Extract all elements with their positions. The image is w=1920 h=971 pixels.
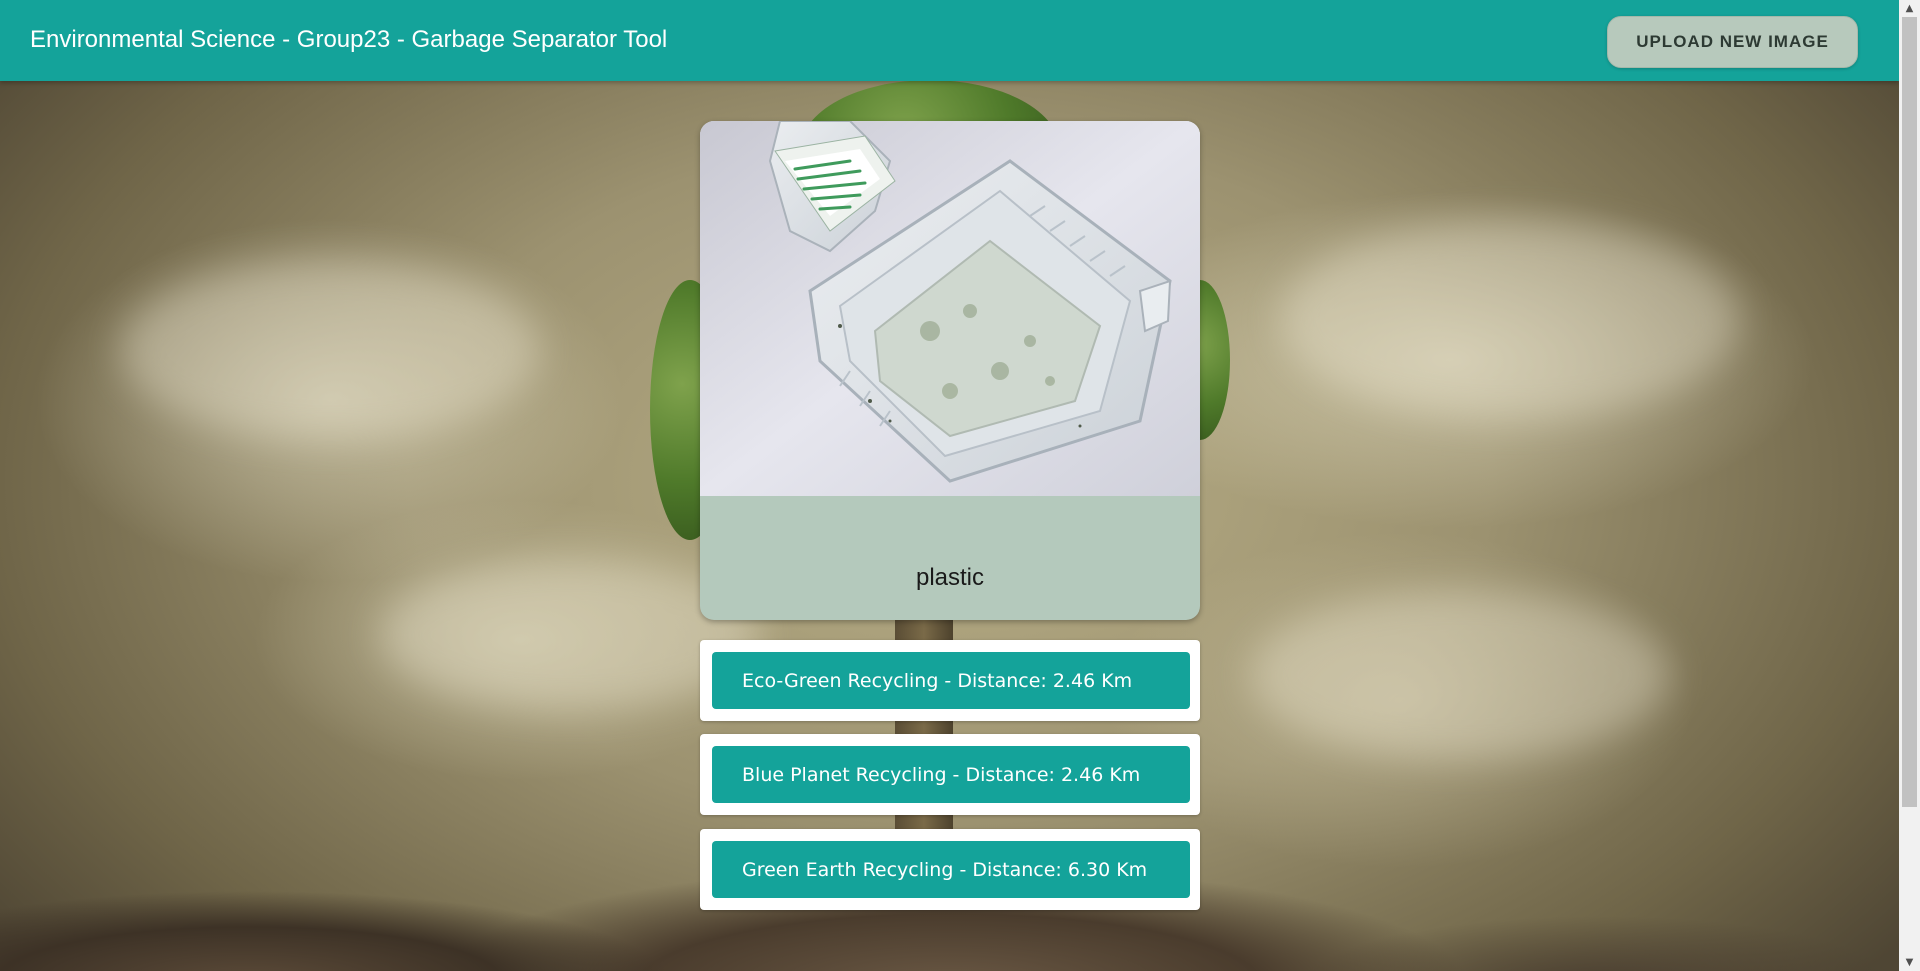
plastic-clamshell-container-photo — [700, 121, 1200, 496]
recycler-button-blue-planet[interactable]: Blue Planet Recycling - Distance: 2.46 K… — [712, 746, 1190, 803]
classification-result-card: plastic — [700, 121, 1200, 620]
scroll-down-arrow-icon[interactable]: ▼ — [1899, 954, 1920, 971]
uploaded-photo — [700, 121, 1200, 496]
app-header: Environmental Science - Group23 - Garbag… — [0, 0, 1899, 81]
app-title: Environmental Science - Group23 - Garbag… — [30, 26, 668, 53]
vertical-scrollbar[interactable]: ▲ ▼ — [1899, 0, 1920, 971]
recycler-button-eco-green[interactable]: Eco-Green Recycling - Distance: 2.46 Km — [712, 652, 1190, 709]
predicted-category-label: plastic — [915, 564, 985, 591]
recycler-list-item: Eco-Green Recycling - Distance: 2.46 Km — [700, 640, 1200, 721]
scroll-up-arrow-icon[interactable]: ▲ — [1899, 0, 1920, 17]
recycler-list-item: Green Earth Recycling - Distance: 6.30 K… — [700, 829, 1200, 910]
upload-new-image-button[interactable]: UPLOAD NEW IMAGE — [1607, 16, 1858, 68]
recycler-button-green-earth[interactable]: Green Earth Recycling - Distance: 6.30 K… — [712, 841, 1190, 898]
recycler-list-item: Blue Planet Recycling - Distance: 2.46 K… — [700, 734, 1200, 815]
scrollbar-thumb[interactable] — [1902, 17, 1917, 807]
